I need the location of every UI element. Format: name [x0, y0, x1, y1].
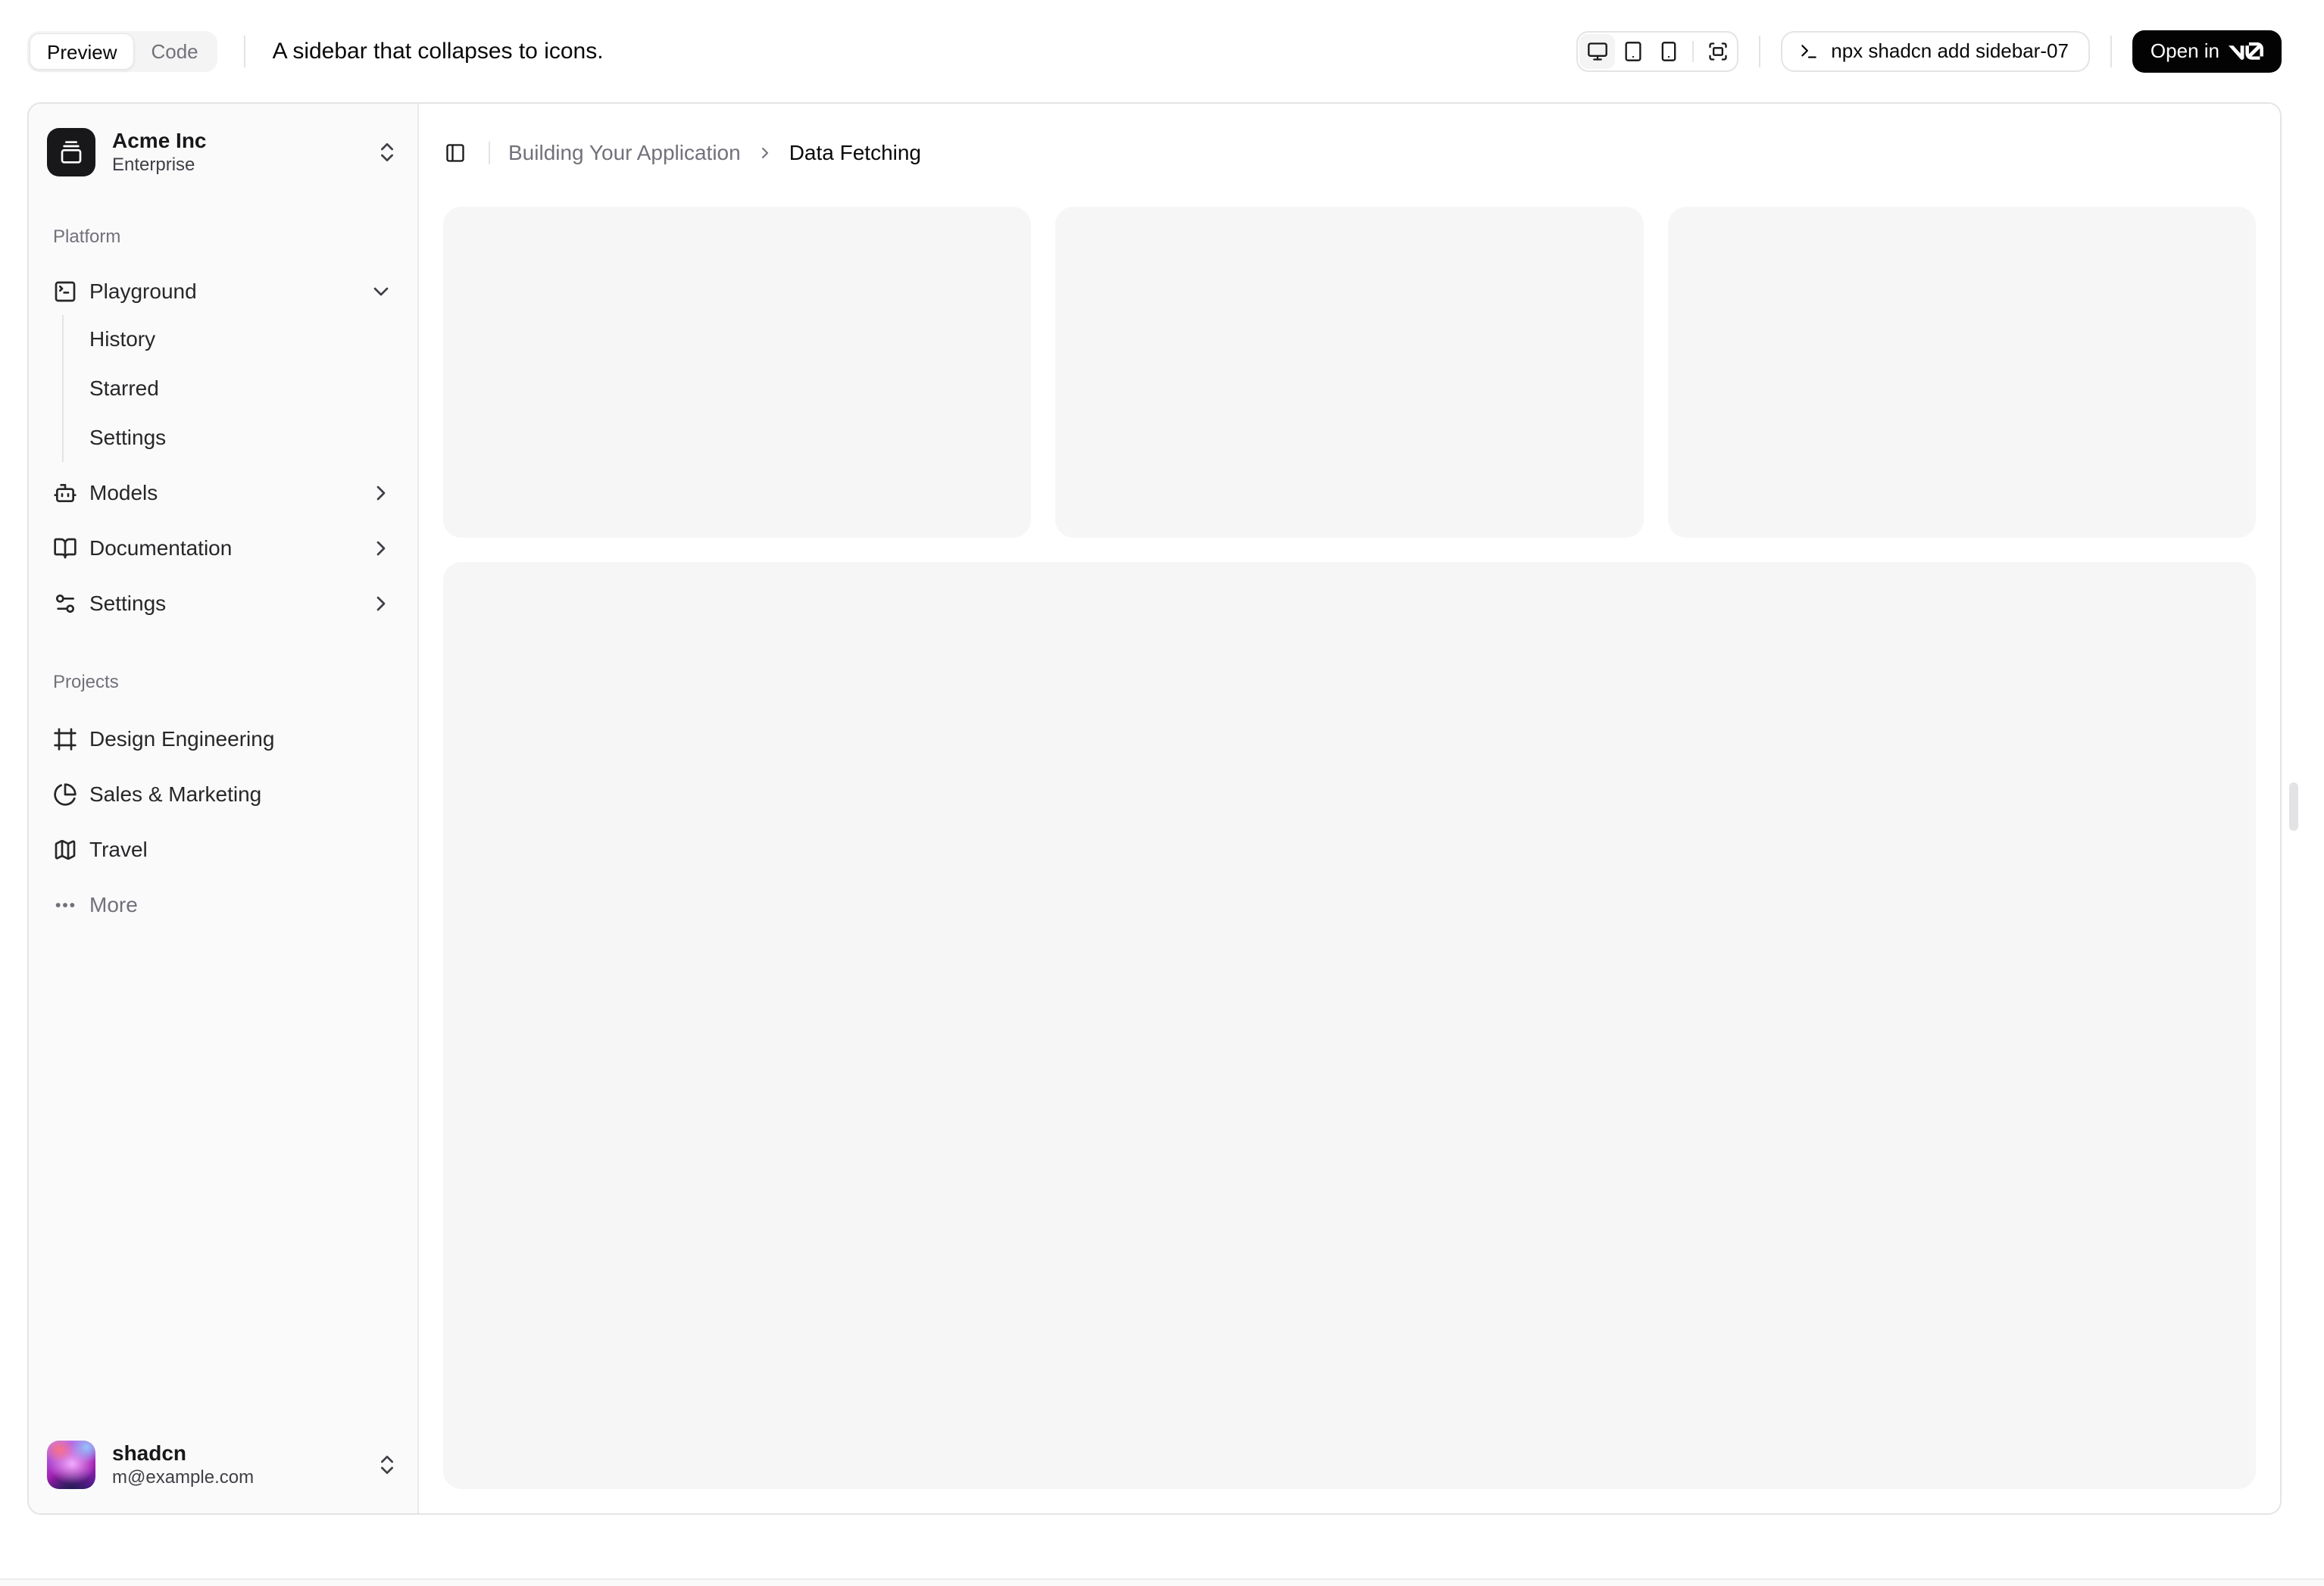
book-open-icon	[54, 538, 77, 559]
sidebar-item-sales-marketing[interactable]: Sales & Marketing	[41, 770, 405, 819]
sidebar-item-models[interactable]: Models	[41, 469, 405, 517]
sidebar-subitem-starred[interactable]: Starred	[89, 364, 405, 413]
playground-submenu: History Starred Settings	[62, 315, 405, 462]
sidebar-item-travel[interactable]: Travel	[41, 826, 405, 874]
sidebar-item-settings[interactable]: Settings	[41, 579, 405, 628]
panel-left-icon	[446, 144, 464, 162]
placeholder-card	[443, 207, 1032, 538]
toolbar-divider	[243, 35, 245, 67]
terminal-prompt-icon	[1801, 44, 1816, 58]
frame-icon	[54, 728, 77, 751]
sidebar-item-design-engineering[interactable]: Design Engineering	[41, 715, 405, 763]
header-divider	[489, 142, 490, 164]
open-in-label: Open in	[2150, 39, 2219, 62]
main-area: Building Your Application Data Fetching	[419, 104, 2280, 1513]
team-name: Acme Inc	[112, 129, 207, 152]
team-logo	[47, 128, 95, 176]
sidebar-item-playground[interactable]: Playground	[41, 267, 405, 316]
tab-code[interactable]: Code	[134, 33, 214, 70]
fullscreen-button[interactable]	[1700, 34, 1735, 69]
sidebar-subitem-history[interactable]: History	[89, 315, 405, 364]
sidebar-item-label: Playground	[89, 279, 197, 303]
content-header: Building Your Application Data Fetching	[419, 104, 2280, 202]
gallery-vertical-end-icon	[61, 141, 82, 164]
placeholder-card	[1667, 207, 2256, 538]
user-name: shadcn	[112, 1441, 187, 1465]
breadcrumb: Building Your Application Data Fetching	[508, 141, 921, 165]
tablet-view-button[interactable]	[1615, 34, 1651, 69]
sidebar-item-label: Documentation	[89, 536, 233, 560]
placeholder-card-large	[443, 561, 2256, 1489]
smartphone-icon	[1661, 41, 1676, 61]
sidebar-item-label: Travel	[89, 838, 148, 861]
mobile-view-button[interactable]	[1651, 34, 1686, 69]
chevron-down-icon	[373, 287, 389, 296]
breadcrumb-parent-link[interactable]: Building Your Application	[508, 141, 741, 165]
chevrons-up-down-icon	[381, 143, 393, 161]
chevron-right-icon	[376, 541, 386, 556]
square-terminal-icon	[55, 281, 76, 302]
next-section-edge	[0, 1578, 2324, 1586]
tab-preview[interactable]: Preview	[30, 33, 135, 70]
toolbar-divider	[2110, 35, 2112, 67]
tablet-icon	[1625, 41, 1641, 61]
open-in-v0-button[interactable]: Open in	[2132, 30, 2282, 73]
install-command-text: npx shadcn add sidebar-07	[1831, 39, 2069, 62]
chevron-right-icon	[761, 148, 768, 158]
preview-code-tabs: Preview Code	[27, 30, 217, 72]
sidebar-subitem-settings[interactable]: Settings	[89, 414, 405, 462]
placeholder-card	[1055, 207, 1644, 538]
toolbar-divider	[1759, 35, 1761, 67]
ellipsis-icon	[55, 903, 75, 907]
group-label-platform: Platform	[53, 226, 121, 247]
sidebar-item-label: Models	[89, 481, 158, 504]
sidebar-item-label: Settings	[89, 592, 167, 615]
component-preview-frame: Acme Inc Enterprise Platform Playground …	[27, 102, 2282, 1515]
user-avatar	[47, 1441, 95, 1489]
desktop-view-button[interactable]	[1579, 33, 1616, 69]
placeholder-card-row	[443, 207, 2256, 538]
monitor-icon	[1587, 42, 1607, 61]
sidebar-toggle-button[interactable]	[439, 136, 472, 170]
map-icon	[55, 839, 76, 860]
chevrons-up-down-icon	[381, 1456, 393, 1474]
user-menu-button[interactable]: shadcn m@example.com	[41, 1428, 405, 1501]
chevron-right-icon	[376, 596, 386, 611]
team-plan: Enterprise	[112, 155, 195, 175]
component-description: A sidebar that collapses to icons.	[272, 38, 604, 64]
breadcrumb-current-page: Data Fetching	[789, 141, 922, 164]
toolbar: Preview Code A sidebar that collapses to…	[0, 0, 2324, 102]
sidebar-item-label: More	[89, 893, 138, 916]
device-size-toggle-group	[1576, 30, 1739, 72]
chevron-right-icon	[376, 485, 386, 501]
v0-logo-icon	[2229, 42, 2263, 60]
sidebar-item-label: Sales & Marketing	[89, 782, 262, 806]
fullscreen-icon	[1709, 42, 1727, 61]
sidebar-item-documentation[interactable]: Documentation	[41, 524, 405, 573]
group-label-projects: Projects	[53, 672, 119, 692]
team-switcher-button[interactable]: Acme Inc Enterprise	[41, 116, 405, 189]
sidebar-item-more[interactable]: More	[41, 881, 405, 929]
page-scrollbar-thumb[interactable]	[2289, 782, 2298, 831]
content-body	[419, 202, 2280, 1513]
bot-icon	[54, 484, 77, 502]
user-email: m@example.com	[112, 1467, 255, 1488]
app-sidebar: Acme Inc Enterprise Platform Playground …	[29, 104, 419, 1513]
sidebar-item-label: Design Engineering	[89, 727, 275, 751]
pie-chart-icon	[54, 783, 77, 806]
settings-sliders-icon	[56, 595, 74, 613]
device-group-separator	[1692, 40, 1695, 62]
install-command-chip[interactable]: npx shadcn add sidebar-07	[1781, 30, 2090, 72]
sidebar-nav: Platform Playground History Starred Sett…	[29, 189, 417, 1416]
